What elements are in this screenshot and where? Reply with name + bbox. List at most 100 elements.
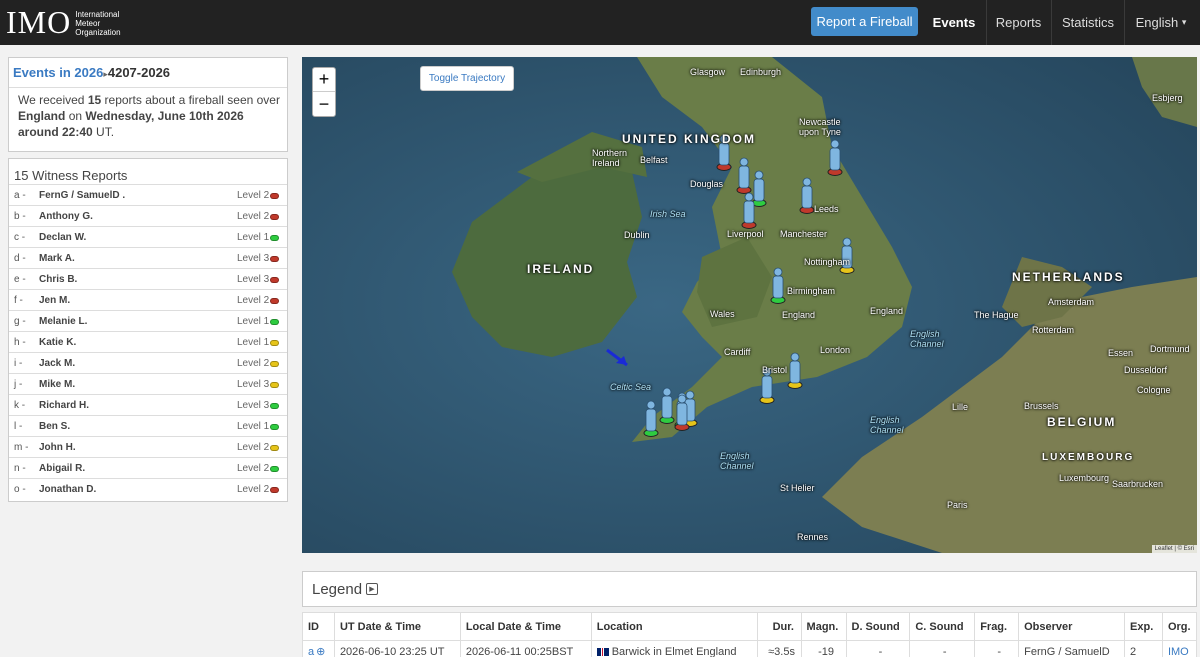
witness-list-item[interactable]: l - Ben S. Level 1 xyxy=(9,415,287,436)
column-header[interactable]: Observer xyxy=(1018,612,1126,641)
zoom-control: + − xyxy=(312,67,336,117)
witness-id: m - xyxy=(14,441,29,453)
map-attribution[interactable]: Leaflet | © Esri xyxy=(1151,545,1197,553)
witness-id: i - xyxy=(14,357,23,369)
witness-name: Jen M. xyxy=(39,294,71,306)
expand-icon[interactable]: ▶ xyxy=(366,583,378,595)
column-header[interactable]: Dur. xyxy=(756,612,802,641)
witness-level: Level 1 xyxy=(237,420,270,432)
witness-list-item[interactable]: i - Jack M. Level 2 xyxy=(9,352,287,373)
level-indicator-icon xyxy=(270,466,279,472)
column-header[interactable]: Org. xyxy=(1161,612,1198,641)
witness-list-item[interactable]: c - Declan W. Level 1 xyxy=(9,226,287,247)
report-id-cell[interactable]: a ⊕ xyxy=(302,640,335,657)
level-indicator-icon xyxy=(270,424,279,430)
witness-level: Level 1 xyxy=(237,336,270,348)
map-label: Cardiff xyxy=(724,347,751,357)
logo-wordmark: IMO xyxy=(6,4,72,40)
column-header[interactable]: ID xyxy=(302,612,335,641)
zoom-in-button[interactable]: + xyxy=(313,68,335,92)
map-label: Rotterdam xyxy=(1032,325,1075,335)
column-header[interactable]: Local Date & Time xyxy=(459,612,592,641)
map-label: Belfast xyxy=(640,155,668,165)
table-row[interactable]: a ⊕ 2026-06-10 23:25 UT 2026-06-11 00:25B… xyxy=(302,640,1198,657)
imo-logo[interactable]: IMO International Meteor Organization xyxy=(6,4,121,40)
zoom-out-button[interactable]: − xyxy=(313,92,335,116)
witness-list-item[interactable]: m - John H. Level 2 xyxy=(9,436,287,457)
witness-list-item[interactable]: h - Katie K. Level 1 xyxy=(9,331,287,352)
map-label: Bristol xyxy=(762,365,788,375)
language-dropdown[interactable]: English ▾ xyxy=(1125,0,1197,45)
witness-reports-title: 15 Witness Reports xyxy=(14,168,128,183)
duration-cell: ≈3.5s xyxy=(756,640,802,657)
witness-id: b - xyxy=(14,210,26,222)
toggle-trajectory-button[interactable]: Toggle Trajectory xyxy=(420,66,514,91)
witness-level: Level 1 xyxy=(237,315,270,327)
legend-panel[interactable]: Legend ▶ xyxy=(302,571,1197,607)
witness-list-item[interactable]: n - Abigail R. Level 2 xyxy=(9,457,287,478)
witness-list-item[interactable]: e - Chris B. Level 3 xyxy=(9,268,287,289)
map-label: Glasgow xyxy=(690,67,726,77)
logo-subtitle-line: Organization xyxy=(75,27,121,37)
witness-level: Level 2 xyxy=(237,189,270,201)
legend-title: Legend xyxy=(312,581,363,598)
level-indicator-icon xyxy=(270,382,279,388)
map-label: BELGIUM xyxy=(1047,415,1117,429)
nav-events[interactable]: Events xyxy=(922,0,986,45)
witness-list-item[interactable]: o - Jonathan D. Level 2 xyxy=(9,478,287,499)
witness-level: Level 2 xyxy=(237,441,270,453)
witness-list-item[interactable]: a - FernG / SamuelD . Level 2 xyxy=(9,184,287,205)
org-link[interactable]: IMO xyxy=(1168,646,1189,657)
witness-reports-panel: 15 Witness Reports a - FernG / SamuelD . L… xyxy=(8,158,288,502)
map-label: English Channel xyxy=(720,451,754,471)
witness-id: e - xyxy=(14,273,26,285)
map-label: Birmingham xyxy=(787,286,836,296)
frag-cell: - xyxy=(974,640,1020,657)
map-label: Wales xyxy=(710,309,735,319)
witness-list-item[interactable]: j - Mike M. Level 3 xyxy=(9,373,287,394)
expand-row-icon[interactable]: ⊕ xyxy=(316,646,325,657)
witness-name: John H. xyxy=(39,441,76,453)
column-header[interactable]: Magn. xyxy=(800,612,847,641)
level-indicator-icon xyxy=(270,235,279,241)
logo-subtitle-line: International xyxy=(75,9,120,19)
report-fireball-button[interactable]: Report a Fireball xyxy=(811,7,918,36)
witness-id: f - xyxy=(14,294,23,306)
witness-list-item[interactable]: f - Jen M. Level 2 xyxy=(9,289,287,310)
event-map[interactable]: + − Toggle Trajectory UNITED KINGDOM IRE… xyxy=(302,57,1197,553)
witness-list-item[interactable]: d - Mark A. Level 3 xyxy=(9,247,287,268)
column-header[interactable]: D. Sound xyxy=(845,612,911,641)
map-label: Lille xyxy=(952,402,969,412)
map-label: Esbjerg xyxy=(1152,93,1183,103)
witness-list-item[interactable]: b - Anthony G. Level 2 xyxy=(9,205,287,226)
events-year-link[interactable]: Events in 2026 xyxy=(13,65,103,80)
event-summary-panel: Events in 2026▸4207-2026 We received 15 … xyxy=(8,57,288,152)
level-indicator-icon xyxy=(270,445,279,451)
report-id-link[interactable]: a xyxy=(308,646,314,657)
map-label: IRELAND xyxy=(527,262,595,276)
event-id: 4207-2026 xyxy=(107,65,171,80)
level-indicator-icon xyxy=(270,298,279,304)
event-text: UT. xyxy=(96,125,115,139)
map-label: Irish Sea xyxy=(650,209,686,219)
column-header[interactable]: Location xyxy=(590,612,758,641)
witness-name: Abigail R. xyxy=(39,462,86,474)
table-header-row: ID UT Date & Time Local Date & Time Loca… xyxy=(302,612,1198,641)
witness-name: Chris B. xyxy=(39,273,78,285)
witness-level: Level 3 xyxy=(237,252,270,264)
column-header[interactable]: UT Date & Time xyxy=(333,612,461,641)
column-header[interactable]: Exp. xyxy=(1124,612,1163,641)
map-label: Luxembourg xyxy=(1059,473,1110,483)
witness-name: Katie K. xyxy=(39,336,77,348)
level-indicator-icon xyxy=(270,256,279,262)
nav-reports[interactable]: Reports xyxy=(987,0,1050,45)
nav-statistics[interactable]: Statistics xyxy=(1052,0,1124,45)
witness-list-item[interactable]: g - Melanie L. Level 1 xyxy=(9,310,287,331)
location-cell: Barwick in Elmet England xyxy=(590,640,758,657)
level-indicator-icon xyxy=(270,487,279,493)
column-header[interactable]: C. Sound xyxy=(909,612,976,641)
divider xyxy=(9,87,287,88)
column-header[interactable]: Frag. xyxy=(974,612,1020,641)
witness-list-item[interactable]: k - Richard H. Level 3 xyxy=(9,394,287,415)
witness-name: Mike M. xyxy=(39,378,76,390)
